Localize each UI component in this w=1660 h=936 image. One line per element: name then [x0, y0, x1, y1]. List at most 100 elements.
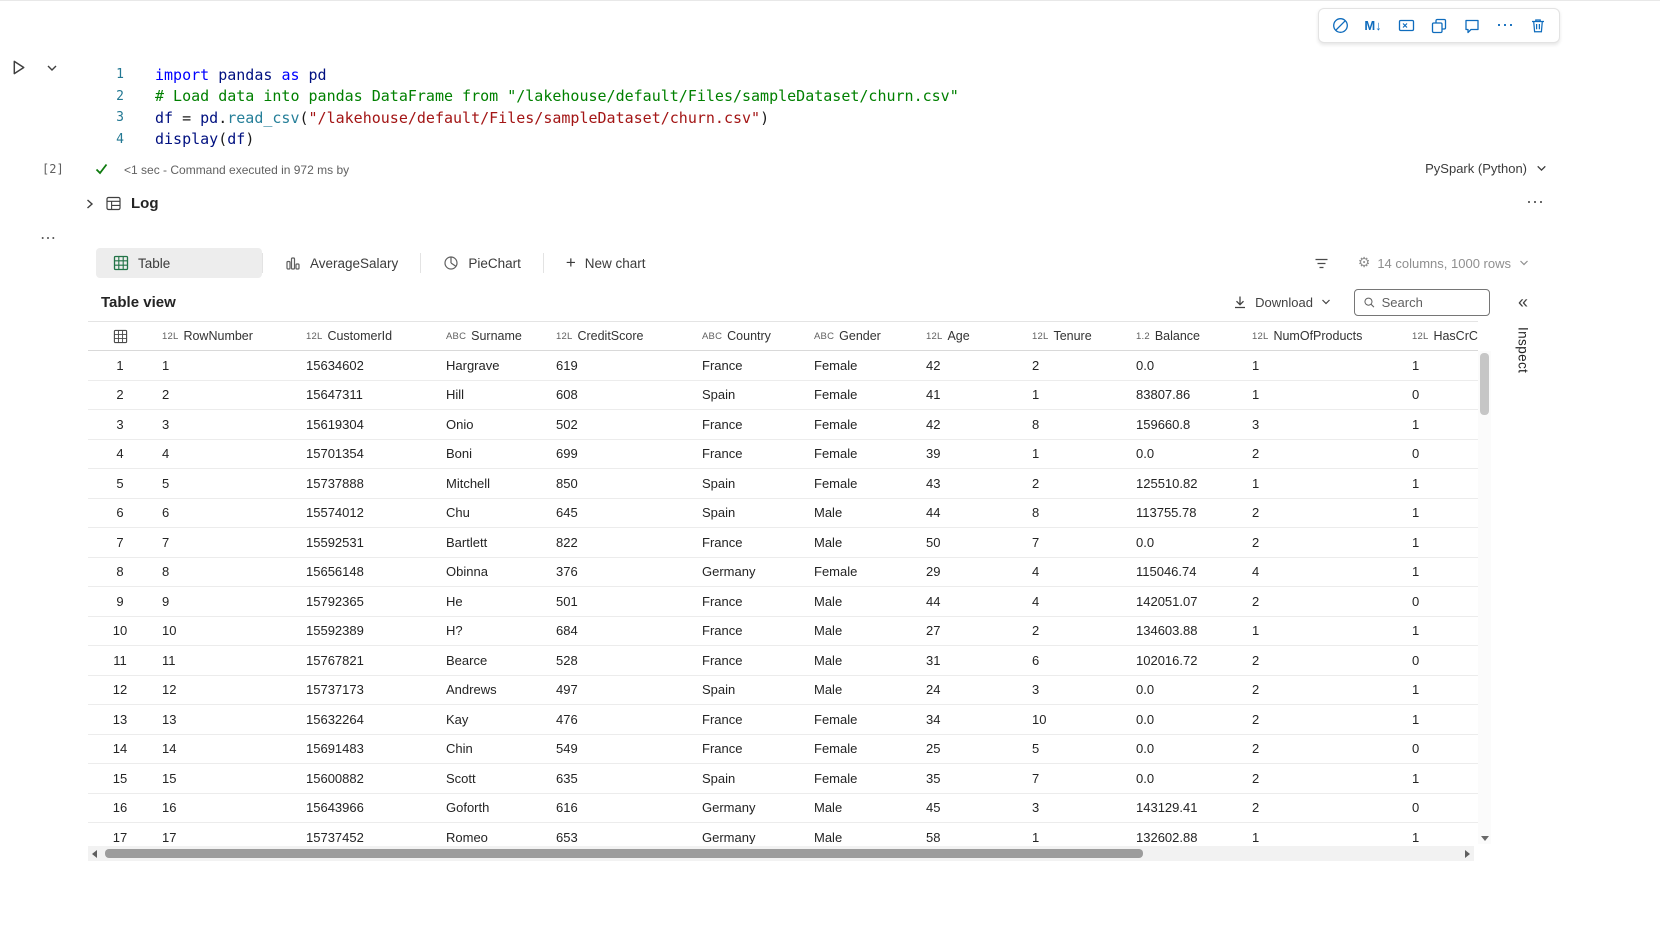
- log-section-header[interactable]: Log: [82, 195, 159, 212]
- table-cell[interactable]: 25: [916, 735, 1022, 764]
- table-cell[interactable]: Female: [804, 735, 916, 764]
- table-cell[interactable]: France: [692, 351, 804, 380]
- table-cell[interactable]: 15: [152, 764, 296, 793]
- scroll-right-arrow-icon[interactable]: [1465, 849, 1470, 858]
- table-cell[interactable]: 1: [1402, 558, 1478, 587]
- table-cell[interactable]: 143129.41: [1126, 794, 1242, 823]
- table-cell[interactable]: 15737452: [296, 823, 436, 844]
- table-cell[interactable]: 5: [1022, 735, 1126, 764]
- table-cell[interactable]: 1: [1402, 469, 1478, 498]
- row-index[interactable]: 4: [88, 440, 152, 469]
- table-cell[interactable]: 497: [546, 676, 692, 705]
- table-cell[interactable]: 8: [1022, 410, 1126, 439]
- table-cell[interactable]: 2: [1242, 587, 1402, 616]
- table-cell[interactable]: 699: [546, 440, 692, 469]
- table-cell[interactable]: 125510.82: [1126, 469, 1242, 498]
- table-cell[interactable]: 15792365: [296, 587, 436, 616]
- table-cell[interactable]: 616: [546, 794, 692, 823]
- table-cell[interactable]: 8: [152, 558, 296, 587]
- table-cell[interactable]: Male: [804, 794, 916, 823]
- table-cell[interactable]: 1: [1402, 764, 1478, 793]
- search-input[interactable]: [1381, 294, 1481, 310]
- cell-collapse-chevron-icon[interactable]: [44, 60, 60, 81]
- table-cell[interactable]: 7: [1022, 764, 1126, 793]
- table-cell[interactable]: 0.0: [1126, 676, 1242, 705]
- column-header-creditscore[interactable]: 12L CreditScore: [546, 322, 692, 350]
- table-cell[interactable]: Spain: [692, 381, 804, 410]
- row-index[interactable]: 7: [88, 528, 152, 557]
- code-line[interactable]: 3 df = pd.read_csv("/lakehouse/default/Fi…: [88, 107, 959, 129]
- table-cell[interactable]: 4: [1242, 558, 1402, 587]
- table-cell[interactable]: 2: [1242, 705, 1402, 734]
- table-cell[interactable]: Germany: [692, 794, 804, 823]
- table-cell[interactable]: 27: [916, 617, 1022, 646]
- table-cell[interactable]: Female: [804, 705, 916, 734]
- table-cell[interactable]: 1: [1242, 381, 1402, 410]
- new-chart-button[interactable]: + New chart: [544, 248, 668, 278]
- table-cell[interactable]: 34: [916, 705, 1022, 734]
- table-cell[interactable]: 15634602: [296, 351, 436, 380]
- table-cell[interactable]: 6: [1022, 646, 1126, 675]
- column-header-hascrcard[interactable]: 12L HasCrCard: [1402, 322, 1478, 350]
- table-cell[interactable]: 58: [916, 823, 1022, 844]
- table-cell[interactable]: 41: [916, 381, 1022, 410]
- table-cell[interactable]: Boni: [436, 440, 546, 469]
- table-cell[interactable]: 42: [916, 351, 1022, 380]
- table-cell[interactable]: 1: [1402, 705, 1478, 734]
- row-index[interactable]: 1: [88, 351, 152, 380]
- table-cell[interactable]: 2: [1242, 646, 1402, 675]
- table-cell[interactable]: 42: [916, 410, 1022, 439]
- table-cell[interactable]: 3: [1022, 676, 1126, 705]
- table-cell[interactable]: 9: [152, 587, 296, 616]
- copilot-icon[interactable]: [1329, 15, 1351, 37]
- table-cell[interactable]: 608: [546, 381, 692, 410]
- horizontal-scrollbar[interactable]: [88, 846, 1474, 861]
- table-cell[interactable]: 684: [546, 617, 692, 646]
- table-cell[interactable]: 2: [1242, 499, 1402, 528]
- table-cell[interactable]: 0.0: [1126, 705, 1242, 734]
- table-cell[interactable]: 1: [1402, 410, 1478, 439]
- table-cell[interactable]: 8: [1022, 499, 1126, 528]
- table-cell[interactable]: France: [692, 705, 804, 734]
- table-cell[interactable]: 0: [1402, 440, 1478, 469]
- table-cell[interactable]: 15574012: [296, 499, 436, 528]
- table-cell[interactable]: 1: [1242, 823, 1402, 844]
- table-cell[interactable]: 1: [1402, 499, 1478, 528]
- delete-cell-icon[interactable]: [1527, 15, 1549, 37]
- table-cell[interactable]: Male: [804, 823, 916, 844]
- table-cell[interactable]: 1: [1022, 823, 1126, 844]
- table-cell[interactable]: 83807.86: [1126, 381, 1242, 410]
- table-cell[interactable]: 15592531: [296, 528, 436, 557]
- expand-panel-chevrons-icon[interactable]: «: [1518, 293, 1528, 311]
- table-cell[interactable]: 502: [546, 410, 692, 439]
- table-cell[interactable]: 15647311: [296, 381, 436, 410]
- code-line[interactable]: 2 # Load data into pandas DataFrame from …: [88, 86, 959, 108]
- table-cell[interactable]: 4: [152, 440, 296, 469]
- scroll-left-arrow-icon[interactable]: [92, 849, 97, 858]
- table-cell[interactable]: 0.0: [1126, 351, 1242, 380]
- table-cell[interactable]: France: [692, 410, 804, 439]
- vertical-scrollbar[interactable]: [1478, 351, 1491, 844]
- row-index[interactable]: 8: [88, 558, 152, 587]
- table-cell[interactable]: 159660.8: [1126, 410, 1242, 439]
- table-cell[interactable]: 15691483: [296, 735, 436, 764]
- table-cell[interactable]: Female: [804, 410, 916, 439]
- table-cell[interactable]: Andrews: [436, 676, 546, 705]
- table-cell[interactable]: 0: [1402, 794, 1478, 823]
- table-cell[interactable]: 2: [1022, 617, 1126, 646]
- table-cell[interactable]: 2: [1242, 764, 1402, 793]
- tab-averagesalary[interactable]: AverageSalary: [263, 248, 420, 278]
- column-header-age[interactable]: 12L Age: [916, 322, 1022, 350]
- table-cell[interactable]: 2: [1242, 528, 1402, 557]
- horizontal-scrollbar-thumb[interactable]: [105, 849, 1143, 858]
- table-cell[interactable]: France: [692, 735, 804, 764]
- table-cell[interactable]: 13: [152, 705, 296, 734]
- cell-more-icon[interactable]: ⋯: [40, 228, 57, 248]
- table-cell[interactable]: 476: [546, 705, 692, 734]
- table-cell[interactable]: 15701354: [296, 440, 436, 469]
- row-index[interactable]: 2: [88, 381, 152, 410]
- table-cell[interactable]: 115046.74: [1126, 558, 1242, 587]
- table-cell[interactable]: 132602.88: [1126, 823, 1242, 844]
- table-cell[interactable]: Germany: [692, 558, 804, 587]
- table-cell[interactable]: 11: [152, 646, 296, 675]
